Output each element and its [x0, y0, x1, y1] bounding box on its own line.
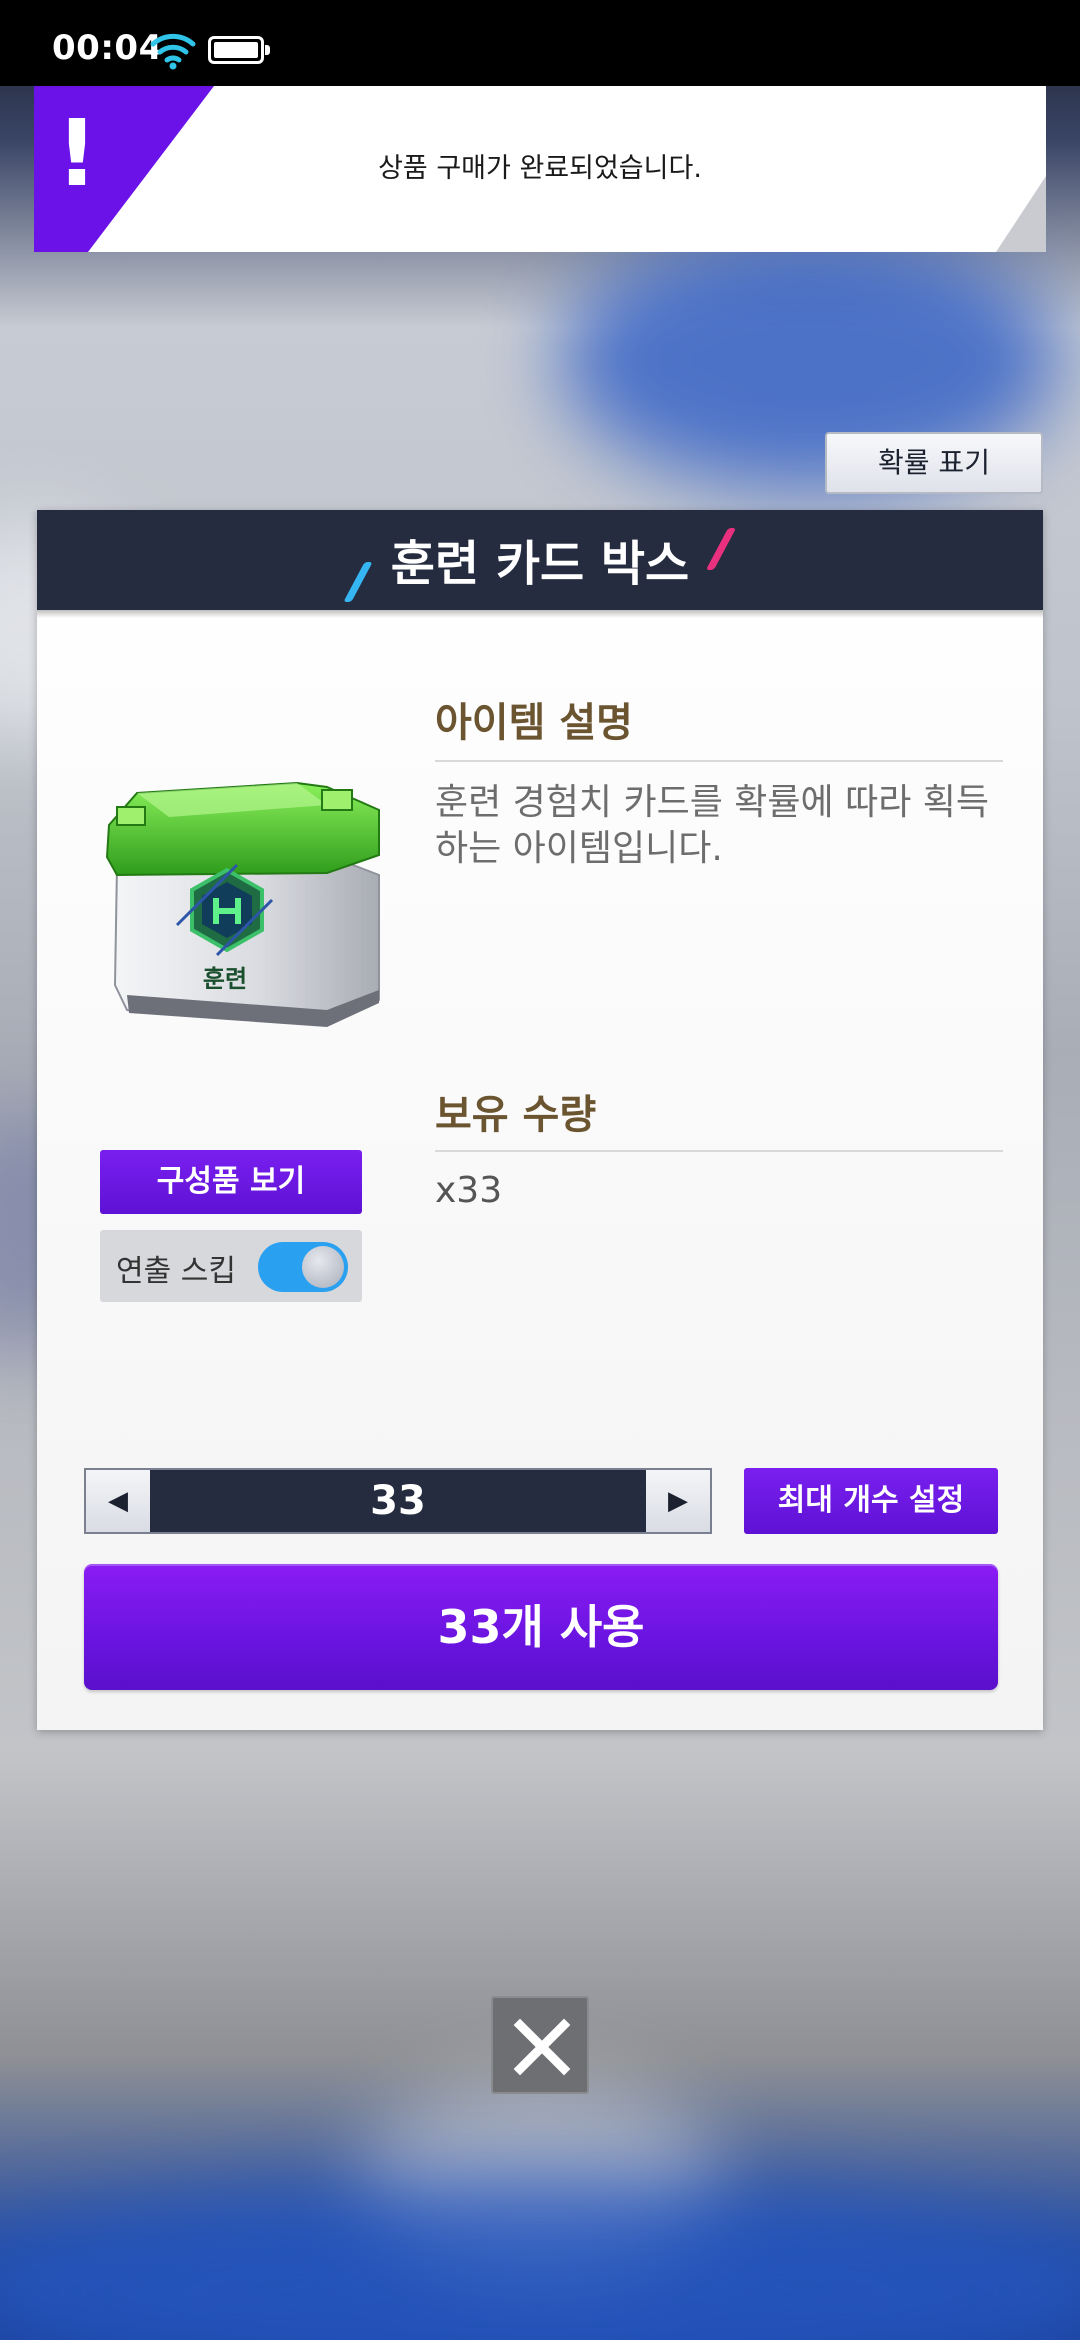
status-bar: 00:04	[0, 0, 1080, 86]
skip-animation-label: 연출 스킵	[116, 1254, 236, 1289]
decrease-arrow-icon[interactable]: ◀	[86, 1470, 150, 1532]
toggle-knob	[302, 1246, 344, 1288]
increase-arrow-icon[interactable]: ▶	[646, 1470, 710, 1532]
box-label: 훈련	[203, 965, 247, 993]
status-clock: 00:04	[52, 28, 163, 68]
close-button[interactable]	[491, 1996, 589, 2094]
description-divider	[435, 760, 1003, 762]
view-components-button[interactable]: 구성품 보기	[100, 1150, 362, 1214]
use-items-button[interactable]: 33개 사용	[84, 1564, 998, 1690]
quantity-value: 33	[370, 1478, 426, 1524]
description-title: 아이템 설명	[435, 700, 633, 746]
dialog-header: 훈련 카드 박스	[37, 510, 1043, 618]
dialog-title: 훈련 카드 박스	[390, 536, 690, 592]
skip-animation-row: 연출 스킵	[100, 1230, 362, 1302]
holdings-divider	[435, 1150, 1003, 1152]
holdings-title: 보유 수량	[435, 1092, 597, 1138]
holdings-value: x33	[435, 1170, 503, 1211]
purchase-complete-banner: ! 상품 구매가 완료되었습니다.	[34, 86, 1046, 252]
training-card-box-image: 훈련	[105, 781, 380, 1027]
set-max-button[interactable]: 최대 개수 설정	[744, 1468, 998, 1534]
skip-animation-toggle[interactable]	[258, 1242, 348, 1292]
description-text: 훈련 경험치 카드를 확률에 따라 획득하는 아이템입니다.	[435, 782, 990, 869]
item-dialog: 훈련 카드 박스 훈련 아이템 설명 훈련 경험치 카드를 확률에 따라 획득하…	[37, 510, 1043, 1730]
close-icon	[513, 2018, 571, 2076]
wifi-icon	[150, 33, 196, 70]
probability-button[interactable]: 확률 표기	[825, 432, 1043, 494]
banner-message: 상품 구매가 완료되었습니다.	[378, 153, 702, 184]
quantity-stepper: ◀ 33 ▶	[84, 1468, 712, 1534]
battery-icon	[208, 36, 270, 64]
